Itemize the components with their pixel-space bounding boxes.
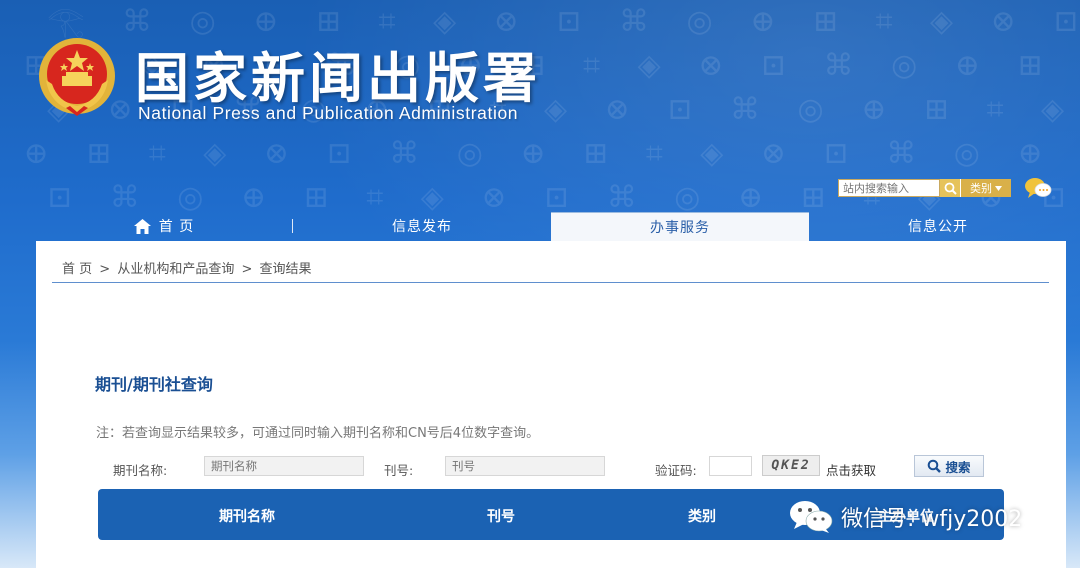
captcha-refresh-link[interactable]: 点击获取 xyxy=(826,460,876,479)
category-select[interactable]: 类别 xyxy=(960,179,1011,197)
main-nav: 首 页 信息发布 办事服务 信息公开 xyxy=(35,212,1067,242)
site-search-bar: 类别 xyxy=(838,179,1011,197)
site-search-input[interactable] xyxy=(838,179,940,197)
nav-item-label: 首 页 xyxy=(158,219,195,235)
nav-item-info-disclosure[interactable]: 信息公开 xyxy=(809,212,1067,240)
site-title-english: National Press and Publication Administr… xyxy=(138,103,519,123)
nav-item-services[interactable]: 办事服务 xyxy=(551,212,809,241)
nav-item-label: 信息公开 xyxy=(908,219,968,235)
breadcrumb-current: 查询结果 xyxy=(259,262,312,277)
query-search-label: 搜索 xyxy=(945,459,971,475)
nav-item-info-release[interactable]: 信息发布 xyxy=(293,212,551,240)
section-title: 期刊/期刊社查询 xyxy=(95,375,213,394)
column-header-issn: 刊号 xyxy=(487,509,515,525)
column-header-category: 类别 xyxy=(688,509,716,525)
chevron-down-icon xyxy=(995,185,1002,191)
nav-item-label: 办事服务 xyxy=(650,220,710,236)
issn-input[interactable] xyxy=(445,456,605,476)
captcha-image[interactable]: QKE2 xyxy=(762,455,820,476)
category-select-label: 类别 xyxy=(970,182,992,195)
query-note: 注：若查询显示结果较多，可通过同时输入期刊名称和CN号后4位数字查询。 xyxy=(96,426,540,441)
search-icon xyxy=(944,182,957,195)
query-search-button[interactable]: 搜索 xyxy=(914,455,984,477)
breadcrumb-divider xyxy=(52,282,1049,283)
site-search-button[interactable] xyxy=(940,179,960,197)
captcha-label: 验证码: xyxy=(655,463,697,478)
journal-name-input[interactable] xyxy=(204,456,364,476)
home-icon xyxy=(133,218,151,234)
issn-label: 刊号: xyxy=(384,463,414,478)
wechat-icon xyxy=(790,501,833,533)
search-icon xyxy=(928,459,942,473)
breadcrumb-home[interactable]: 首 页 xyxy=(62,262,92,277)
breadcrumb-separator: > xyxy=(99,262,111,277)
chat-bubble-icon[interactable] xyxy=(1024,177,1052,199)
nav-item-label: 信息发布 xyxy=(392,219,452,235)
wechat-watermark: 微信号: wfjy2002 xyxy=(787,497,1022,537)
nav-item-home[interactable]: 首 页 xyxy=(35,212,293,240)
query-form: 期刊名称: 刊号: 验证码: QKE2 点击获取 搜索 xyxy=(113,455,1023,481)
breadcrumb-level1[interactable]: 从业机构和产品查询 xyxy=(117,262,234,277)
site-title-chinese: 国家新闻出版署 xyxy=(135,47,541,110)
column-header-journal-name: 期刊名称 xyxy=(219,509,275,525)
national-emblem-icon xyxy=(39,38,115,116)
watermark-text: 微信号: wfjy2002 xyxy=(841,507,1023,532)
breadcrumb-separator: > xyxy=(241,262,253,277)
journal-name-label: 期刊名称: xyxy=(113,463,168,478)
breadcrumb: 首 页 > 从业机构和产品查询 > 查询结果 xyxy=(62,258,315,277)
captcha-input[interactable] xyxy=(709,456,752,476)
